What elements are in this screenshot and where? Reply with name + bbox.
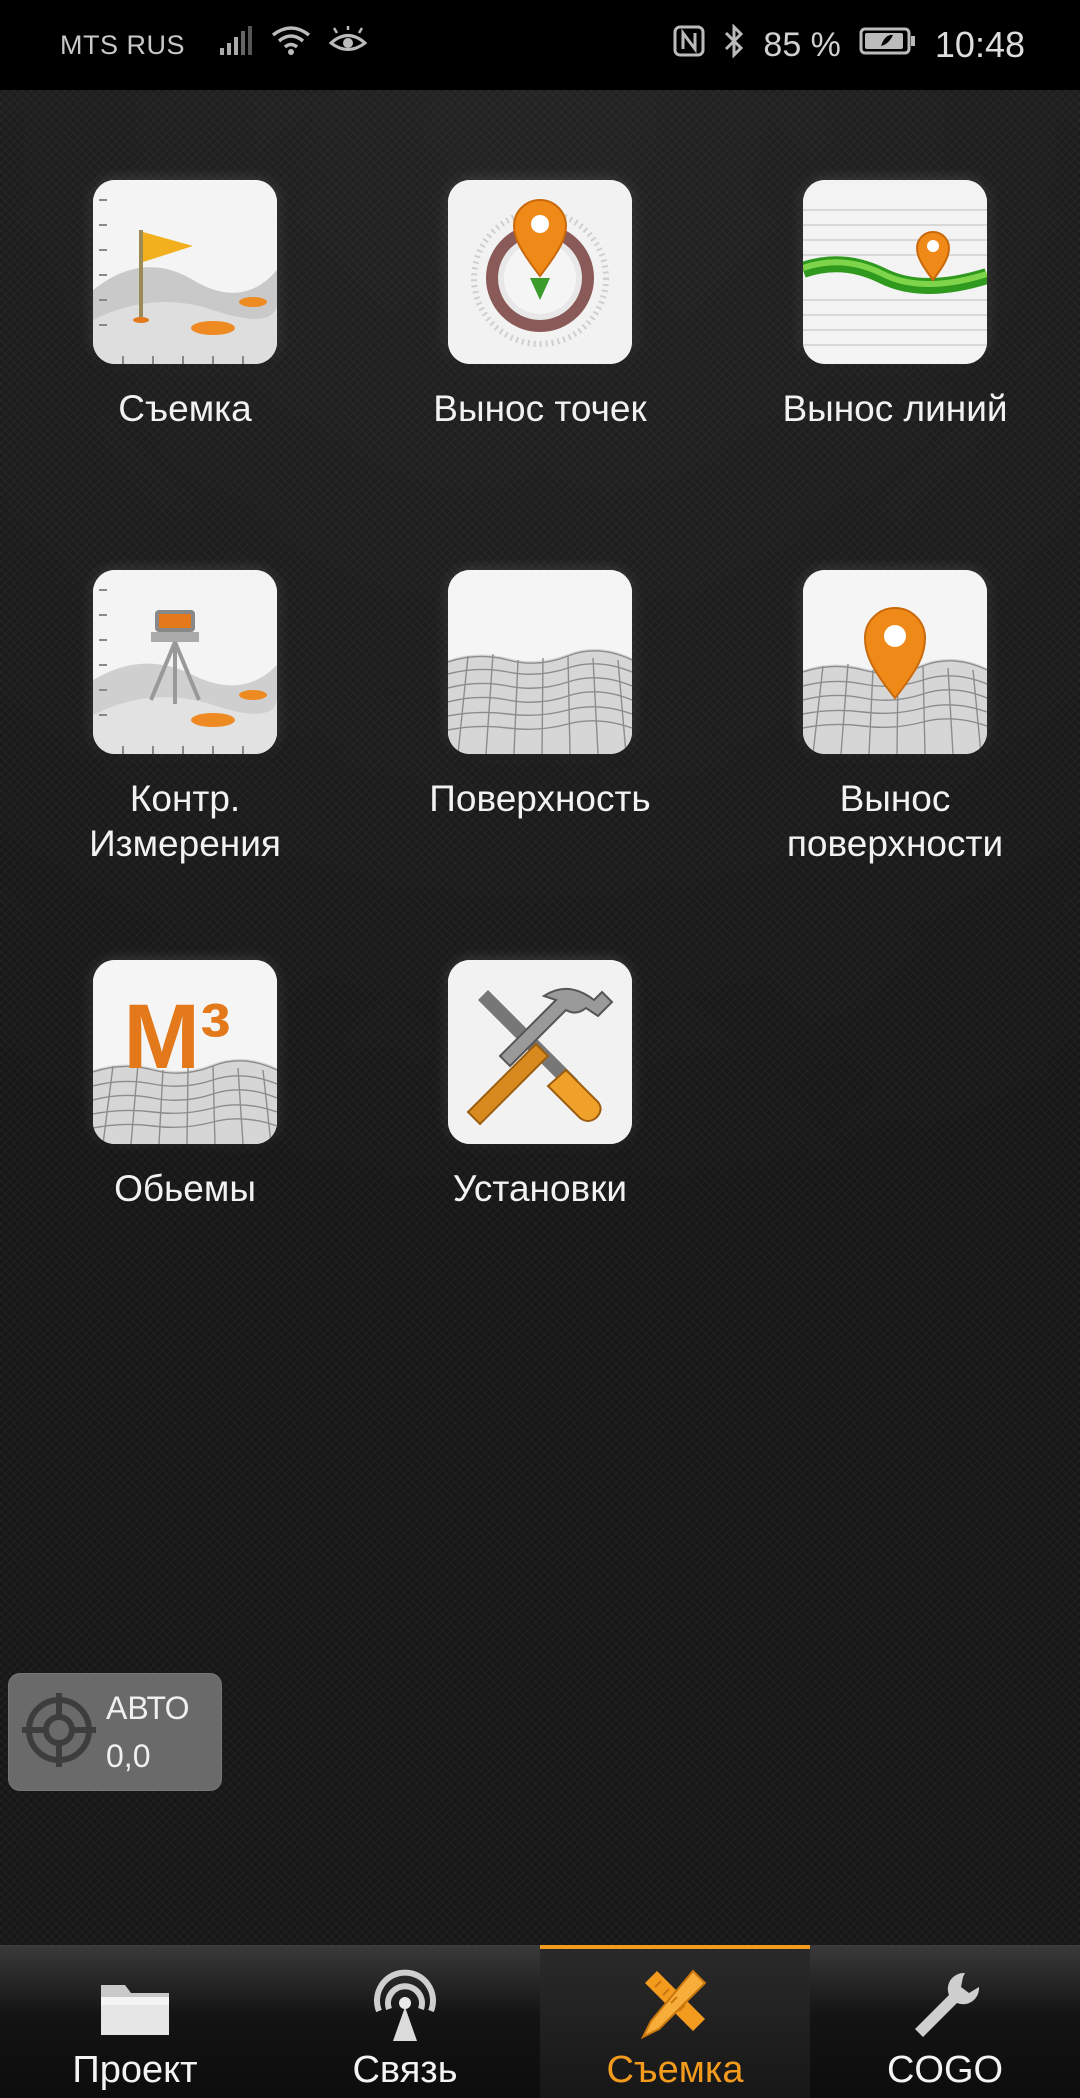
clock: 10:48 [934, 24, 1025, 65]
tile-label: Обьемы [114, 1168, 256, 1209]
tile-label: Вынос поверхности [786, 778, 1004, 864]
stakeout-points-icon [448, 180, 632, 364]
battery-icon [859, 26, 917, 65]
stakeout-surface-icon [803, 570, 987, 754]
volume-unit-label: M³ [123, 986, 230, 1088]
nfc-icon [673, 25, 705, 66]
gps-mode: АВТО [106, 1690, 190, 1726]
settings-tools-icon [448, 960, 632, 1144]
tile-label: Установки [452, 1168, 628, 1209]
antenna-icon [374, 1969, 436, 2041]
gps-status-widget[interactable]: АВТО 0,0 [8, 1673, 222, 1791]
stakeout-lines-icon [803, 180, 987, 364]
tile-stakeout-surface[interactable]: Вынос поверхности [730, 570, 1060, 866]
nav-survey[interactable]: Съемка [540, 1945, 810, 2098]
nav-connection[interactable]: Связь [270, 1945, 540, 2098]
nav-label: Связь [352, 2049, 458, 2091]
tile-label: Вынос точек [433, 388, 647, 429]
bottom-navigation: Проект Связь Съемка COGO [0, 1945, 1080, 2098]
tile-surface[interactable]: Поверхность [375, 570, 705, 821]
signal-icon [219, 25, 253, 65]
pencil-ruler-icon [640, 1969, 707, 2040]
tile-survey[interactable]: Съемка [20, 180, 350, 431]
main-menu-grid: Съемка Вынос точек Вынос линий Контр. Из… [0, 90, 1080, 1945]
tile-settings[interactable]: Установки [375, 960, 705, 1211]
crosshair-icon [22, 1692, 96, 1772]
volumes-icon: M³ [93, 960, 277, 1144]
wrench-icon [915, 1972, 980, 2037]
gps-accuracy: 0,0 [106, 1738, 151, 1774]
tile-label: Контр. Измерения [89, 778, 281, 864]
eye-icon [328, 25, 368, 65]
bluetooth-icon [723, 22, 745, 67]
surface-icon [448, 570, 632, 754]
nav-label: Проект [72, 2049, 198, 2091]
tile-label: Вынос линий [782, 388, 1008, 429]
nav-label: Съемка [606, 2049, 744, 2091]
wifi-icon [271, 25, 311, 66]
nav-cogo[interactable]: COGO [810, 1945, 1080, 2098]
survey-flag-icon [93, 180, 277, 364]
carrier-name: MTS RUS [60, 29, 185, 60]
status-bar: MTS RUS 85 % 10:48 [0, 0, 1080, 90]
folder-icon [101, 1985, 169, 2035]
control-measure-icon [93, 570, 277, 754]
tile-label: Съемка [118, 388, 252, 429]
tile-volumes[interactable]: M³ Обьемы [20, 960, 350, 1211]
battery-percent: 85 % [763, 25, 841, 64]
tile-stakeout-lines[interactable]: Вынос линий [730, 180, 1060, 431]
tile-label: Поверхность [429, 778, 651, 819]
tile-control-measurements[interactable]: Контр. Измерения [20, 570, 350, 866]
nav-project[interactable]: Проект [0, 1945, 270, 2098]
tile-stakeout-points[interactable]: Вынос точек [375, 180, 705, 431]
nav-label: COGO [886, 2049, 1004, 2091]
